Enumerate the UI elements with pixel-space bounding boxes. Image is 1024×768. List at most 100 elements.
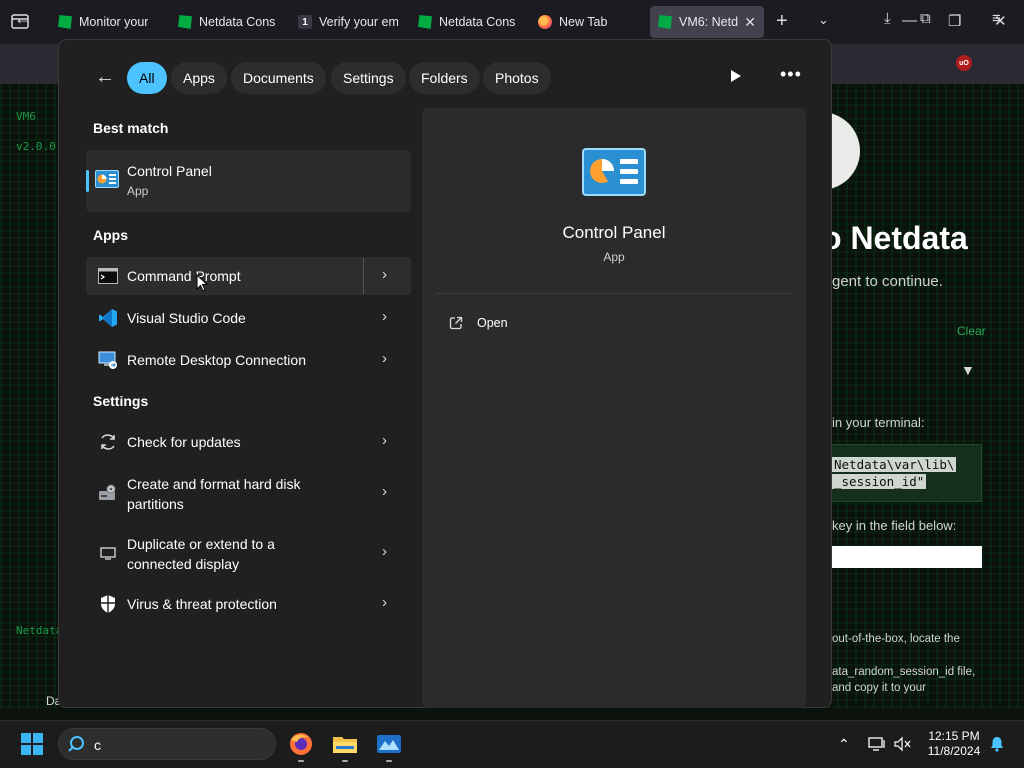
control-panel-icon — [95, 170, 119, 188]
filter-photos[interactable]: Photos — [483, 62, 551, 94]
best-match-heading: Best match — [93, 120, 169, 136]
row-divider — [363, 258, 364, 294]
settings-heading: Settings — [93, 393, 149, 409]
filter-folders[interactable]: Folders — [409, 62, 480, 94]
selection-indicator — [86, 170, 89, 192]
claim-key-input[interactable] — [832, 546, 982, 568]
browser-tab[interactable]: Netdata Cons — [170, 6, 288, 38]
file-explorer-icon[interactable] — [332, 732, 358, 756]
shield-icon — [101, 595, 115, 613]
system-clock[interactable]: 12:15 PM 11/8/2024 — [922, 729, 986, 759]
setting-label: Create and format hard disk partitions — [127, 476, 301, 512]
control-panel-large-icon — [582, 148, 646, 196]
chevron-right-icon[interactable]: › — [382, 543, 387, 560]
remote-desktop-taskbar-icon[interactable] — [376, 732, 402, 756]
refresh-icon — [101, 434, 115, 450]
tab-title: VM6: Netda — [679, 15, 739, 29]
best-match-result[interactable] — [86, 150, 411, 212]
detail-type: App — [603, 250, 625, 264]
detail-title: Control Panel — [562, 223, 666, 242]
mouse-cursor-icon — [196, 274, 208, 292]
filter-settings[interactable]: Settings — [331, 62, 406, 94]
terminal-instruction: in your terminal: — [832, 415, 925, 430]
best-match-title: Control Panel — [127, 163, 212, 179]
disk-management-icon — [99, 484, 116, 500]
clear-link[interactable]: Clear — [957, 324, 986, 338]
running-indicator — [342, 760, 348, 762]
filter-documents[interactable]: Documents — [231, 62, 326, 94]
app-label: Command Prompt — [127, 268, 241, 284]
code-line: _session_id" — [832, 474, 927, 489]
back-arrow-icon[interactable]: ← — [95, 66, 115, 89]
new-tab-button[interactable]: + — [776, 10, 788, 33]
command-prompt-icon — [98, 268, 118, 284]
running-indicator — [386, 760, 392, 762]
hero-subtitle: gent to continue. — [832, 273, 943, 290]
play-icon[interactable] — [731, 70, 741, 82]
browser-tab[interactable]: Monitor your — [50, 6, 166, 38]
netdata-favicon-icon — [58, 15, 72, 29]
back-button[interactable]: ← — [14, 8, 32, 29]
taskbar-search-input[interactable]: c — [94, 737, 101, 753]
chevron-right-icon[interactable]: › — [382, 308, 387, 325]
code-line: Netdata\var\lib\ — [832, 457, 957, 472]
ublock-icon[interactable]: uO — [956, 55, 972, 71]
browser-tab[interactable]: Netdata Cons — [410, 6, 526, 38]
clock-time: 12:15 PM — [928, 729, 980, 743]
filter-all[interactable]: All — [127, 62, 167, 94]
network-icon[interactable] — [868, 736, 886, 752]
taskbar-search-box[interactable] — [58, 728, 276, 760]
minimize-button[interactable]: — — [902, 12, 917, 29]
detail-pane — [422, 108, 806, 708]
open-action[interactable]: Open — [477, 316, 508, 330]
app-label: Remote Desktop Connection — [127, 352, 306, 368]
tab-title: Verify your em — [319, 15, 398, 29]
app-label: Visual Studio Code — [127, 310, 246, 326]
setting-label: Virus & threat protection — [127, 596, 277, 612]
volume-muted-icon[interactable] — [894, 736, 912, 752]
list-all-tabs-button[interactable]: ⌄ — [818, 12, 829, 28]
show-hidden-icons-chevron[interactable]: ⌃ — [838, 736, 850, 753]
close-tab-icon[interactable]: ✕ — [744, 14, 756, 31]
netdata-favicon-icon — [418, 15, 432, 29]
browser-tab[interactable]: New Tab — [530, 6, 646, 38]
note-text: and copy it to your — [832, 682, 926, 694]
side-footer-label: Netdata — [16, 624, 63, 637]
browser-tab-active[interactable]: VM6: Netda ✕ — [650, 6, 764, 38]
chevron-right-icon[interactable]: › — [382, 350, 387, 367]
tab-title: Netdata Cons — [199, 15, 276, 29]
restore-button[interactable]: ❐ — [948, 12, 961, 30]
vscode-icon — [99, 309, 117, 327]
code-block — [826, 444, 982, 502]
netdata-favicon-icon — [178, 15, 192, 29]
tab-title: Netdata Cons — [439, 15, 516, 29]
browser-tab[interactable]: 1 Verify your em — [290, 6, 406, 38]
setting-label: Check for updates — [127, 434, 241, 450]
chevron-right-icon[interactable]: › — [382, 432, 387, 449]
dropdown-arrow-icon[interactable]: ▼ — [961, 362, 975, 378]
extensions-icon[interactable]: ⧉ — [920, 10, 931, 27]
filter-apps[interactable]: Apps — [171, 62, 227, 94]
firefox-taskbar-icon[interactable] — [288, 732, 314, 756]
chevron-right-icon[interactable]: › — [382, 483, 387, 500]
search-icon — [68, 736, 84, 752]
setting-label: Duplicate or extend to a connected displ… — [127, 536, 275, 572]
downloads-icon[interactable]: ⤓ — [884, 10, 891, 27]
notification-bell-icon[interactable] — [989, 736, 1005, 752]
more-options-icon[interactable]: ••• — [780, 64, 802, 85]
menu-icon[interactable]: ≡ — [992, 10, 1001, 27]
chevron-right-icon[interactable]: › — [382, 594, 387, 611]
open-external-icon[interactable] — [449, 316, 463, 330]
key-instruction: key in the field below: — [832, 518, 957, 533]
detail-divider — [436, 293, 792, 294]
number-favicon-icon: 1 — [298, 15, 312, 29]
vm-label: VM6 — [16, 110, 36, 123]
note-text: out-of-the-box, locate the — [832, 633, 960, 645]
chevron-right-icon[interactable]: › — [382, 266, 387, 283]
version-label: v2.0.0 — [16, 140, 56, 153]
netdata-favicon-icon — [658, 15, 672, 29]
tab-title: Monitor your — [79, 15, 149, 29]
windows-start-icon[interactable] — [21, 733, 43, 755]
apps-heading: Apps — [93, 227, 128, 243]
tab-title: New Tab — [559, 15, 608, 29]
